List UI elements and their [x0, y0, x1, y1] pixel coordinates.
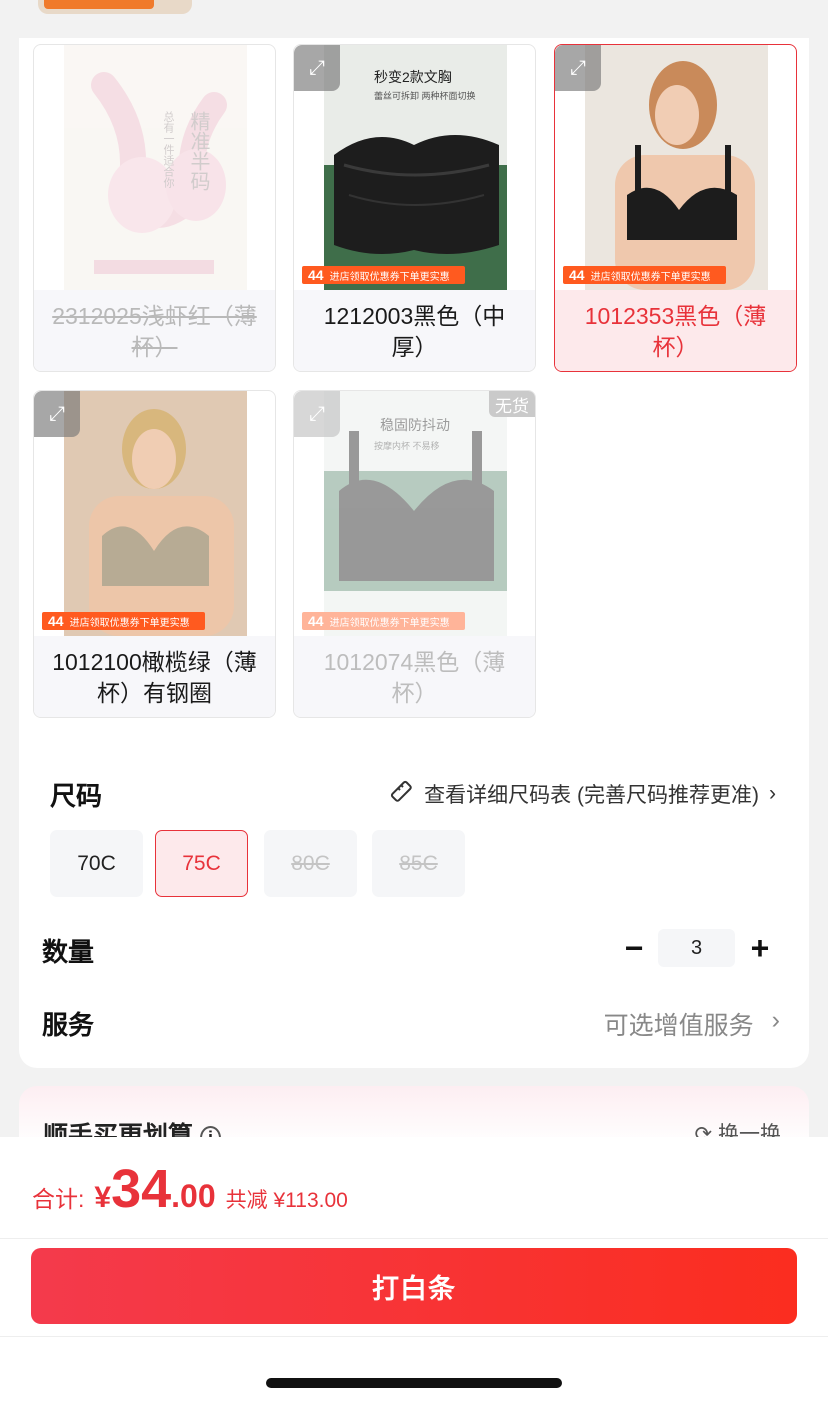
size-section-title: 尺码 — [50, 781, 103, 811]
chevron-right-icon: › — [769, 782, 776, 805]
promo-banner-4: 44 进店领取优惠券下单更实惠 — [42, 612, 205, 630]
variant-label-2: 1212003黑色（中厚） — [294, 290, 535, 371]
variant-1-side-text: 精准半码 — [187, 111, 209, 191]
size-option-70c[interactable]: 70C — [50, 830, 143, 897]
total-amount-dec: .00 — [171, 1178, 216, 1214]
variant-2-caption: 秒变2款文胸 — [374, 69, 452, 85]
quantity-minus-button[interactable]: − — [617, 930, 651, 966]
size-option-85c[interactable]: 85C — [372, 830, 465, 897]
discount-text: 共减 ¥113.00 — [225, 1189, 348, 1212]
total-amount-int: 34 — [111, 1159, 172, 1219]
promo-banner-2: 44 进店领取优惠券下单更实惠 — [302, 266, 465, 284]
variant-card-4[interactable]: 44 进店领取优惠券下单更实惠 ⤢ 1012100橄榄绿（薄杯）有钢圈 — [33, 390, 276, 718]
variant-card-1[interactable]: 精准半码 总有一件适合你 2312025浅虾红（薄杯） — [33, 44, 276, 372]
quantity-plus-button[interactable]: + — [743, 930, 777, 966]
variant-image-3: 44 进店领取优惠券下单更实惠 ⤢ — [555, 45, 796, 290]
variant-label-1: 2312025浅虾红（薄杯） — [34, 290, 275, 371]
variant-5-subcaption: 按摩内杯 不易移 — [374, 441, 440, 451]
out-of-stock-badge: 无货 — [489, 391, 535, 417]
home-indicator[interactable] — [266, 1378, 562, 1388]
divider — [0, 1238, 828, 1239]
variant-card-5[interactable]: 稳固防抖动 按摩内杯 不易移 44 进店领取优惠券下单更实惠 ⤢ 无货 10120… — [293, 390, 536, 718]
variant-card-3[interactable]: 44 进店领取优惠券下单更实惠 ⤢ 1012353黑色（薄杯） — [554, 44, 797, 372]
size-chart-link[interactable]: 查看详细尺码表 (完善尺码推荐更准) › — [388, 778, 776, 810]
divider — [0, 1336, 828, 1337]
variant-2-subcaption: 蕾丝可拆卸 两种杯面切换 — [374, 91, 476, 101]
expand-icon[interactable]: ⤢ — [294, 391, 340, 437]
chevron-right-icon: › — [771, 1006, 780, 1034]
variant-image-1: 精准半码 总有一件适合你 — [34, 45, 275, 290]
variant-image-4: 44 进店领取优惠券下单更实惠 ⤢ — [34, 391, 275, 636]
service-selector[interactable]: 可选增值服务 › — [604, 1006, 780, 1042]
variant-image-2: 秒变2款文胸 蕾丝可拆卸 两种杯面切换 44 进店领取优惠券下单更实惠 ⤢ — [294, 45, 535, 290]
service-title: 服务 — [42, 1010, 95, 1040]
quantity-input[interactable]: 3 — [658, 929, 735, 967]
promo-banner-3: 44 进店领取优惠券下单更实惠 — [563, 266, 726, 284]
currency-symbol: ¥ — [94, 1181, 112, 1214]
promo-banner-5: 44 进店领取优惠券下单更实惠 — [302, 612, 465, 630]
ruler-icon — [388, 778, 414, 810]
total-price: 合计: ¥ 34 .00 共减 ¥113.00 — [32, 1158, 348, 1220]
quantity-title: 数量 — [42, 937, 95, 967]
top-strip — [0, 0, 828, 38]
variant-label-5: 1012074黑色（薄杯） — [294, 636, 535, 717]
sku-panel: 精准半码 总有一件适合你 2312025浅虾红（薄杯） 秒变2款文胸 蕾丝可拆卸… — [19, 38, 809, 1068]
pay-button[interactable]: 打白条 — [31, 1248, 797, 1324]
size-option-80c[interactable]: 80C — [264, 830, 357, 897]
size-chart-link-text: 查看详细尺码表 (完善尺码推荐更准) — [424, 784, 759, 807]
expand-icon[interactable]: ⤢ — [34, 391, 80, 437]
variant-label-3: 1012353黑色（薄杯） — [555, 290, 796, 371]
total-label: 合计: — [32, 1186, 85, 1212]
variant-label-4: 1012100橄榄绿（薄杯）有钢圈 — [34, 636, 275, 717]
service-value: 可选增值服务 — [603, 1012, 754, 1040]
expand-icon[interactable]: ⤢ — [294, 45, 340, 91]
variant-card-2[interactable]: 秒变2款文胸 蕾丝可拆卸 两种杯面切换 44 进店领取优惠券下单更实惠 ⤢ 121… — [293, 44, 536, 372]
variant-1-side-text-small: 总有一件适合你 — [162, 111, 174, 188]
size-option-75c[interactable]: 75C — [155, 830, 248, 897]
expand-icon[interactable]: ⤢ — [555, 45, 601, 91]
top-banner-fragment — [38, 0, 192, 14]
variant-5-caption: 稳固防抖动 — [380, 417, 450, 433]
variant-image-5: 稳固防抖动 按摩内杯 不易移 44 进店领取优惠券下单更实惠 ⤢ 无货 — [294, 391, 535, 636]
